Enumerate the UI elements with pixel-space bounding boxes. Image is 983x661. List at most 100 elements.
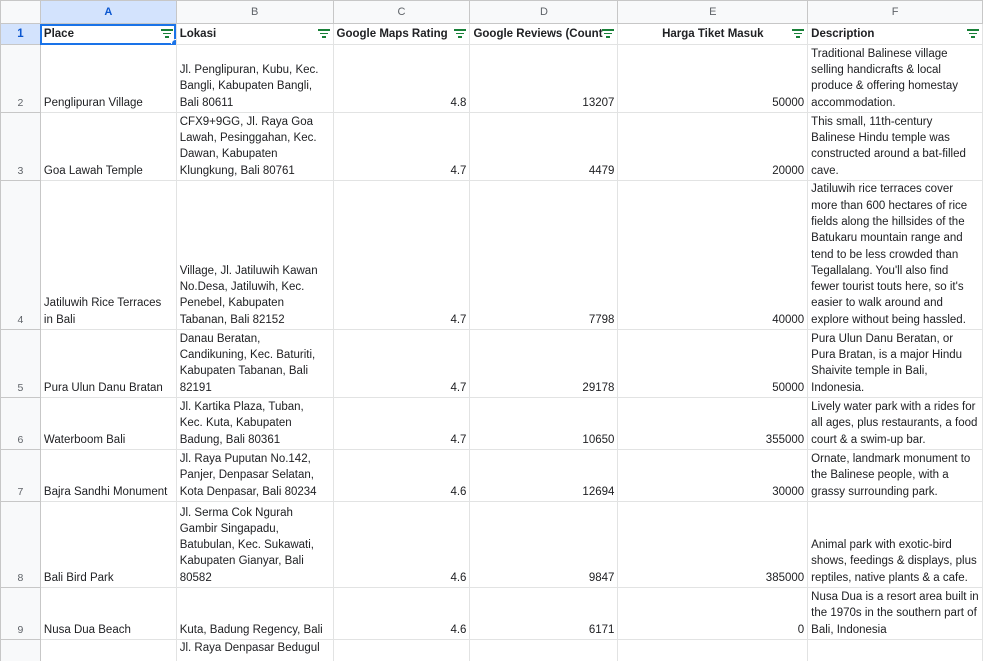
row-header[interactable]: 3 — [0, 112, 41, 181]
cell-reviews[interactable]: 29178 — [469, 329, 619, 398]
column-header-a[interactable]: A — [39, 0, 177, 24]
column-header-e[interactable]: E — [617, 0, 809, 24]
cell-place[interactable]: Jatiluwih Rice Terraces in Bali — [39, 180, 177, 330]
cell-rating[interactable]: 4.6 — [332, 587, 471, 640]
cell-harga[interactable]: 355000 — [617, 397, 809, 450]
table-row: 10 Jl. Raya Denpasar Bedugul — [0, 639, 983, 661]
cell-rating[interactable] — [332, 639, 471, 661]
row-header[interactable]: 6 — [0, 397, 41, 450]
cell-reviews[interactable]: 4479 — [469, 112, 619, 181]
cell-rating[interactable]: 4.8 — [332, 44, 471, 113]
cell-place[interactable] — [39, 639, 177, 661]
cell-harga[interactable]: 30000 — [617, 449, 809, 502]
cell-place[interactable]: Bajra Sandhi Monument — [39, 449, 177, 502]
cell-harga[interactable]: 50000 — [617, 44, 809, 113]
cell-lokasi[interactable]: Jl. Kartika Plaza, Tuban, Kec. Kuta, Kab… — [175, 397, 334, 450]
header-rating: Google Maps Rating — [336, 28, 448, 40]
table-row: 7 Bajra Sandhi Monument Jl. Raya Puputan N… — [0, 449, 983, 502]
cell-lokasi[interactable]: Jl. Raya Denpasar Bedugul — [175, 639, 334, 661]
cell-desc[interactable]: Ornate, landmark monument to the Balines… — [807, 449, 983, 502]
cell-lokasi[interactable]: Jl. Penglipuran, Kubu, Kec. Bangli, Kabu… — [175, 44, 334, 113]
cell-reviews[interactable]: 10650 — [469, 397, 619, 450]
cell-rating[interactable]: 4.6 — [332, 501, 471, 588]
cell-rating[interactable]: 4.7 — [332, 112, 471, 181]
cell-place[interactable]: Penglipuran Village — [39, 44, 177, 113]
table-row: 9 Nusa Dua Beach Kuta, Badung Regency, Bal… — [0, 587, 983, 640]
row-header[interactable]: 10 — [0, 639, 41, 661]
table-row: 8 Bali Bird Park Jl. Serma Cok Ngurah Gamb… — [0, 501, 983, 588]
filter-icon[interactable] — [160, 29, 173, 39]
cell-place[interactable]: Bali Bird Park — [39, 501, 177, 588]
cell-b1[interactable]: Lokasi — [175, 23, 334, 45]
spreadsheet: A B C D E F 1 Place Lokasi Google Maps R… — [0, 0, 983, 661]
filter-icon[interactable] — [454, 29, 467, 39]
column-header-d[interactable]: D — [469, 0, 619, 24]
filter-icon[interactable] — [602, 29, 615, 39]
cell-harga[interactable]: 20000 — [617, 112, 809, 181]
cell-place[interactable]: Goa Lawah Temple — [39, 112, 177, 181]
cell-desc[interactable] — [807, 639, 983, 661]
cell-d1[interactable]: Google Reviews (Count — [469, 23, 619, 45]
column-header-f[interactable]: F — [807, 0, 983, 24]
row-header[interactable]: 1 — [0, 23, 41, 45]
cell-lokasi[interactable]: Village, Jl. Jatiluwih Kawan No.Desa, Ja… — [175, 180, 334, 330]
column-header-c[interactable]: C — [332, 0, 471, 24]
cell-rating[interactable]: 4.7 — [332, 180, 471, 330]
header-reviews: Google Reviews (Count — [473, 28, 603, 40]
sheet-grid: A B C D E F 1 Place Lokasi Google Maps R… — [0, 0, 983, 661]
cell-desc[interactable]: Pura Ulun Danu Beratan, or Pura Bratan, … — [807, 329, 983, 398]
header-lokasi: Lokasi — [179, 28, 217, 40]
cell-place[interactable]: Pura Ulun Danu Bratan — [39, 329, 177, 398]
table-row: 6 Waterboom Bali Jl. Kartika Plaza, Tuban,… — [0, 397, 983, 450]
cell-a1[interactable]: Place — [39, 23, 177, 45]
cell-harga[interactable]: 50000 — [617, 329, 809, 398]
cell-desc[interactable]: Traditional Balinese village selling han… — [807, 44, 983, 113]
cell-harga[interactable] — [617, 639, 809, 661]
cell-lokasi[interactable]: Kuta, Badung Regency, Bali — [175, 587, 334, 640]
cell-lokasi[interactable]: Danau Beratan, Candikuning, Kec. Baturit… — [175, 329, 334, 398]
cell-desc[interactable]: This small, 11th-century Balinese Hindu … — [807, 112, 983, 181]
cell-e1[interactable]: Harga Tiket Masuk — [617, 23, 809, 45]
row-header[interactable]: 4 — [0, 180, 41, 330]
cell-rating[interactable]: 4.7 — [332, 329, 471, 398]
cell-harga[interactable]: 40000 — [617, 180, 809, 330]
row-header[interactable]: 2 — [0, 44, 41, 113]
row-header[interactable]: 8 — [0, 501, 41, 588]
cell-reviews[interactable]: 7798 — [469, 180, 619, 330]
table-row: 4 Jatiluwih Rice Terraces in Bali Village,… — [0, 180, 983, 330]
cell-harga[interactable]: 385000 — [617, 501, 809, 588]
cell-place[interactable]: Waterboom Bali — [39, 397, 177, 450]
header-row: 1 Place Lokasi Google Maps Rating Google… — [0, 23, 983, 45]
cell-reviews[interactable]: 9847 — [469, 501, 619, 588]
cell-reviews[interactable] — [469, 639, 619, 661]
table-row: 2 Penglipuran Village Jl. Penglipuran, Kub… — [0, 44, 983, 113]
filter-icon[interactable] — [792, 29, 805, 39]
filter-icon[interactable] — [967, 29, 979, 39]
cell-harga[interactable]: 0 — [617, 587, 809, 640]
cell-rating[interactable]: 4.6 — [332, 449, 471, 502]
cell-desc[interactable]: Animal park with exotic-bird shows, feed… — [807, 501, 983, 588]
row-header[interactable]: 5 — [0, 329, 41, 398]
column-header-row: A B C D E F — [0, 0, 983, 24]
cell-c1[interactable]: Google Maps Rating — [332, 23, 471, 45]
cell-desc[interactable]: Lively water park with a rides for all a… — [807, 397, 983, 450]
cell-reviews[interactable]: 13207 — [469, 44, 619, 113]
row-header[interactable]: 9 — [0, 587, 41, 640]
header-place: Place — [43, 28, 74, 40]
cell-reviews[interactable]: 6171 — [469, 587, 619, 640]
cell-reviews[interactable]: 12694 — [469, 449, 619, 502]
header-harga: Harga Tiket Masuk — [662, 28, 764, 40]
cell-desc[interactable]: Nusa Dua is a resort area built in the 1… — [807, 587, 983, 640]
cell-lokasi[interactable]: CFX9+9GG, Jl. Raya Goa Lawah, Pesinggaha… — [175, 112, 334, 181]
cell-desc[interactable]: Jatiluwih rice terraces cover more than … — [807, 180, 983, 330]
cell-f1[interactable]: Description — [807, 23, 983, 45]
row-header[interactable]: 7 — [0, 449, 41, 502]
cell-lokasi[interactable]: Jl. Raya Puputan No.142, Panjer, Denpasa… — [175, 449, 334, 502]
column-header-b[interactable]: B — [175, 0, 334, 24]
cell-place[interactable]: Nusa Dua Beach — [39, 587, 177, 640]
select-all-corner[interactable] — [0, 0, 41, 24]
cell-lokasi[interactable]: Jl. Serma Cok Ngurah Gambir Singapadu, B… — [175, 501, 334, 588]
header-description: Description — [811, 28, 875, 40]
filter-icon[interactable] — [317, 29, 330, 39]
cell-rating[interactable]: 4.7 — [332, 397, 471, 450]
